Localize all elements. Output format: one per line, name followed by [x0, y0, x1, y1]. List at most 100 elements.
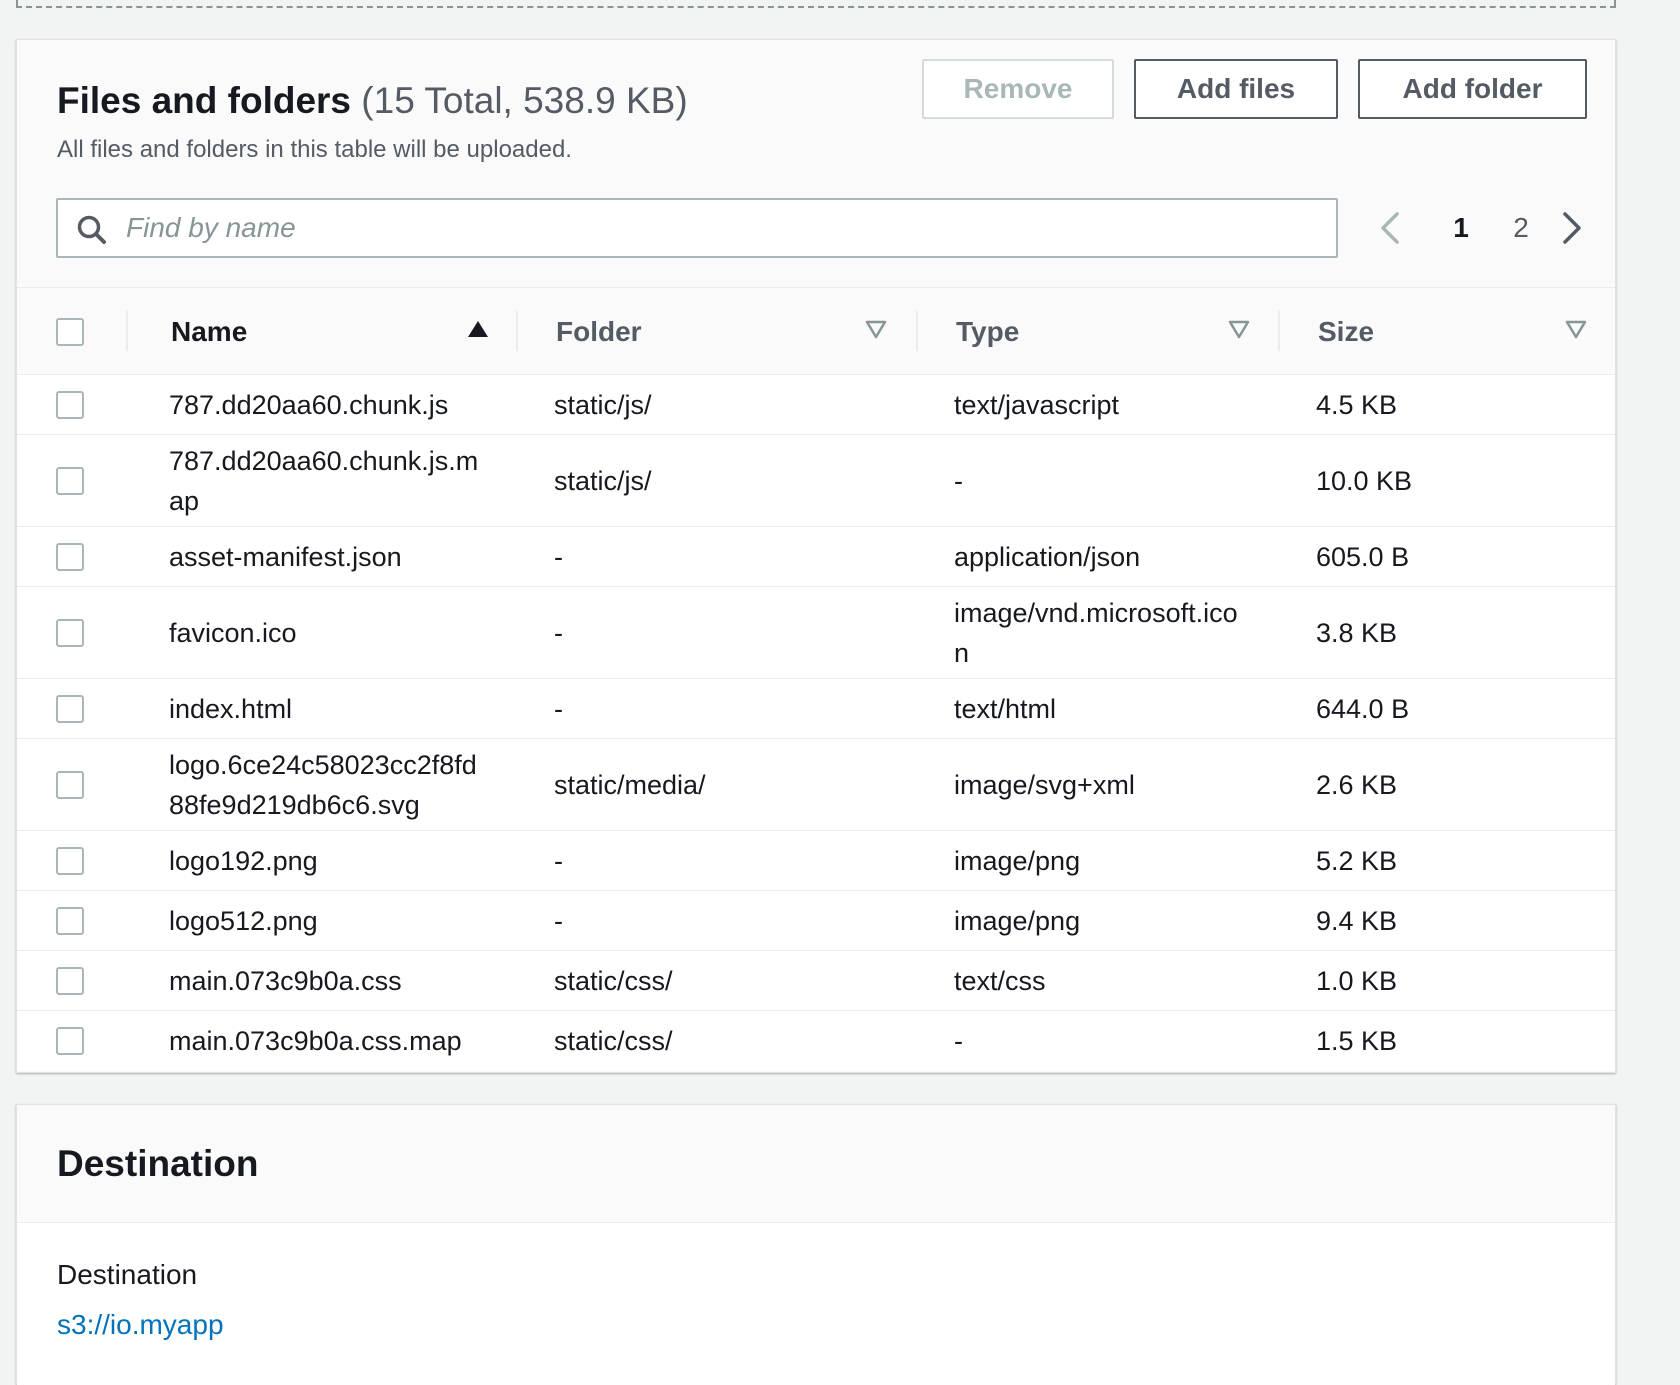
destination-title: Destination	[57, 1143, 259, 1184]
add-folder-button[interactable]: Add folder	[1358, 59, 1587, 119]
file-type: -	[916, 434, 1278, 527]
file-folder: static/css/	[554, 1025, 673, 1056]
column-header-type[interactable]: Type	[916, 289, 1278, 375]
file-folder: static/media/	[516, 738, 916, 831]
file-name: logo192.png	[126, 830, 516, 891]
file-size: 644.0 B	[1278, 678, 1615, 739]
destination-body: Destination s3://io.myapp	[17, 1223, 1615, 1385]
row-select-cell	[17, 1011, 126, 1071]
file-type: text/html	[916, 678, 1278, 739]
file-folder: -	[516, 526, 916, 587]
file-name: logo.6ce24c58023cc2f8fd88fe9d219db6c6.sv…	[126, 738, 516, 831]
column-divider	[126, 311, 128, 351]
sort-ascending-icon[interactable]	[467, 318, 489, 340]
table-row[interactable]: index.html - text/html 644.0 B	[17, 678, 1615, 739]
table-row[interactable]: logo512.png - image/png 9.4 KB	[17, 890, 1615, 951]
table-header-row: Name Folder Type Size	[17, 289, 1615, 375]
file-folder: -	[516, 890, 916, 951]
row-checkbox[interactable]	[56, 618, 84, 647]
search-box	[56, 198, 1338, 258]
table-row[interactable]: logo.6ce24c58023cc2f8fd88fe9d219db6c6.sv…	[17, 738, 1615, 831]
column-label-folder: Folder	[556, 315, 642, 347]
column-divider	[1278, 311, 1280, 351]
file-type: text/javascript	[916, 374, 1278, 435]
row-checkbox[interactable]	[56, 966, 84, 995]
file-size: 9.4 KB	[1278, 890, 1615, 951]
file-size: 3.8 KB	[1278, 586, 1615, 679]
file-type: -	[954, 1025, 963, 1056]
table-row[interactable]: asset-manifest.json - application/json 6…	[17, 526, 1615, 587]
file-name: 787.dd20aa60.chunk.js	[126, 374, 516, 435]
row-select-cell	[17, 830, 126, 891]
row-select-cell	[17, 678, 126, 739]
row-checkbox[interactable]	[56, 542, 84, 571]
column-divider	[916, 311, 918, 351]
sort-icon[interactable]	[865, 318, 887, 340]
remove-button[interactable]: Remove	[922, 59, 1114, 119]
row-checkbox[interactable]	[56, 906, 84, 935]
file-folder: static/js/	[516, 374, 916, 435]
row-select-cell	[17, 586, 126, 679]
row-select-cell	[17, 890, 126, 951]
column-header-folder[interactable]: Folder	[516, 289, 916, 375]
column-label-size: Size	[1318, 315, 1375, 347]
table-row[interactable]: 787.dd20aa60.chunk.js static/js/ text/ja…	[17, 374, 1615, 435]
row-checkbox[interactable]	[56, 694, 84, 723]
row-select-cell	[17, 434, 126, 527]
file-folder: static/css/	[516, 950, 916, 1011]
pagination-page-1[interactable]: 1	[1441, 206, 1481, 250]
table-row[interactable]: main.073c9b0a.css static/css/ text/css 1…	[17, 950, 1615, 1011]
pagination-page-2[interactable]: 2	[1501, 206, 1541, 250]
chevron-right-icon[interactable]	[1557, 206, 1587, 250]
file-name: favicon.ico	[126, 586, 516, 679]
file-name: index.html	[126, 678, 516, 739]
file-folder: -	[516, 678, 916, 739]
files-panel-header: Files and folders (15 Total, 538.9 KB) A…	[17, 40, 1615, 288]
table-row[interactable]: logo192.png - image/png 5.2 KB	[17, 830, 1615, 891]
file-size: 2.6 KB	[1278, 738, 1615, 831]
add-files-button[interactable]: Add files	[1134, 59, 1338, 119]
table-row[interactable]: 787.dd20aa60.chunk.js.map static/js/ - 1…	[17, 434, 1615, 527]
files-table: Name Folder Type Size 787.dd20aa60.chunk…	[17, 289, 1615, 1071]
column-divider	[516, 311, 518, 351]
row-checkbox[interactable]	[56, 846, 84, 875]
file-type: application/json	[916, 526, 1278, 587]
destination-header: Destination	[17, 1105, 1615, 1223]
sort-icon[interactable]	[1565, 318, 1587, 340]
panel-title-text: Files and folders	[57, 80, 352, 121]
file-size: 605.0 B	[1278, 526, 1615, 587]
file-name: main.073c9b0a.css	[126, 950, 516, 1011]
file-folder: -	[516, 586, 916, 679]
row-checkbox[interactable]	[56, 466, 84, 495]
chevron-left-icon[interactable]	[1375, 206, 1405, 250]
drop-zone-border	[16, 0, 1616, 8]
files-total-count: (15 Total, 538.9 KB)	[361, 80, 688, 121]
row-checkbox[interactable]	[56, 770, 84, 799]
panel-description: All files and folders in this table will…	[57, 136, 572, 163]
search-icon	[77, 215, 106, 244]
row-select-cell	[17, 526, 126, 587]
table-row[interactable]: main.073c9b0a.css.map static/css/ - 1.5 …	[17, 1011, 1615, 1071]
file-folder: static/js/	[516, 434, 916, 527]
row-checkbox[interactable]	[56, 1026, 84, 1055]
column-header-name[interactable]: Name	[126, 289, 516, 375]
file-size: 4.5 KB	[1278, 374, 1615, 435]
row-select-cell	[17, 950, 126, 1011]
file-type: image/vnd.microsoft.icon	[916, 586, 1278, 679]
destination-link[interactable]: s3://io.myapp	[57, 1309, 224, 1341]
column-header-size[interactable]: Size	[1278, 289, 1615, 375]
file-name: main.073c9b0a.css.map	[169, 1025, 462, 1056]
destination-label: Destination	[57, 1259, 198, 1290]
sort-icon[interactable]	[1228, 318, 1250, 340]
row-checkbox[interactable]	[56, 390, 84, 419]
table-row[interactable]: favicon.ico - image/vnd.microsoft.icon 3…	[17, 586, 1615, 679]
file-size: 10.0 KB	[1278, 434, 1615, 527]
search-input[interactable]	[126, 206, 1316, 250]
column-label-name: Name	[171, 315, 248, 347]
file-name: asset-manifest.json	[126, 526, 516, 587]
file-size: 5.2 KB	[1278, 830, 1615, 891]
file-size: 1.5 KB	[1316, 1025, 1398, 1056]
file-type: text/css	[916, 950, 1278, 1011]
row-select-cell	[17, 738, 126, 831]
select-all-checkbox[interactable]	[56, 317, 84, 346]
